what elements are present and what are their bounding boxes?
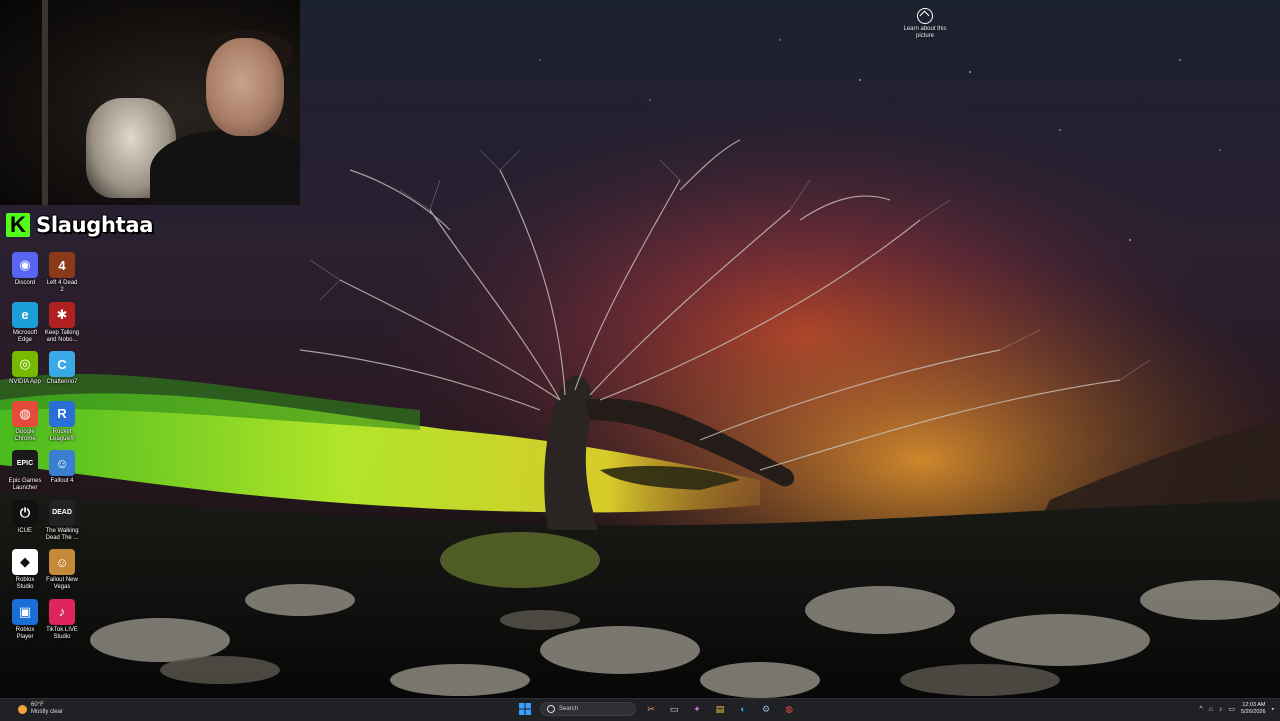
epic-games-icon: EPIC xyxy=(12,450,38,476)
desktop-icon-fallout-nv[interactable]: ☺ Fallout New Vegas xyxy=(44,549,80,591)
file-explorer-button[interactable]: ▤ xyxy=(712,701,728,717)
desktop-icon-roblox-studio[interactable]: ◆ Roblox Studio xyxy=(7,549,43,591)
desktop-icon-keep-talking[interactable]: ✱ Keep Talking and Nobo... xyxy=(44,301,80,344)
tray-battery-icon[interactable]: ▭ xyxy=(1228,705,1235,713)
steam-button[interactable]: ⚙ xyxy=(758,701,774,717)
desktop-icon-icue[interactable]: ⏻ iCUE xyxy=(7,499,43,535)
icue-icon: ⏻ xyxy=(12,499,38,526)
desktop-icon-epic-games[interactable]: EPIC Epic Games Launcher xyxy=(7,450,43,492)
desktop-icon-label: The Walking Dead The ... xyxy=(45,527,79,541)
door-frame xyxy=(42,0,48,205)
desktop-icon-edge[interactable]: e Microsoft Edge xyxy=(7,301,43,344)
windows-logo-icon xyxy=(519,703,531,715)
desktop-icon-label: TikTok LIVE Studio xyxy=(46,626,78,640)
fallout4-icon: ☺ xyxy=(49,450,75,476)
desktop-icon-label: Roblox Studio xyxy=(15,577,35,590)
chrome-taskbar-button[interactable]: ◍ xyxy=(781,701,797,717)
streamer-face xyxy=(206,38,284,136)
streamer-name-overlay: K Slaughtaa xyxy=(6,210,153,240)
search-icon xyxy=(547,705,555,713)
desktop-icon-walking-dead[interactable]: DEAD The Walking Dead The ... xyxy=(44,499,80,542)
edge-icon: e xyxy=(12,301,38,328)
keep-talking-icon: ✱ xyxy=(49,301,75,328)
webcam-overlay xyxy=(0,0,300,205)
desktop-icon-roblox-player[interactable]: ▣ Roblox Player xyxy=(7,598,43,641)
walking-dead-icon: DEAD xyxy=(49,499,75,526)
desktop-icon-chrome[interactable]: ◍ Google Chrome xyxy=(7,400,43,443)
snip-tool-button[interactable]: ✂ xyxy=(643,701,659,717)
desktop-icon-label: Microsoft Edge xyxy=(12,329,38,343)
edge-taskbar-button[interactable]: ◐ xyxy=(735,701,751,717)
left4dead2-icon: 4 xyxy=(49,252,75,278)
tiktok-icon: ♪ xyxy=(49,598,75,625)
desktop-icon-discord[interactable]: ◉ Discord xyxy=(7,252,43,287)
desktop-icon-left4dead2[interactable]: 4 Left 4 Dead 2 xyxy=(44,252,80,294)
taskbar-search[interactable]: Search xyxy=(540,702,636,716)
search-placeholder: Search xyxy=(559,706,579,712)
desktop-icon-label: Fallout 4 xyxy=(50,478,74,484)
desktop-icon-tiktok[interactable]: ♪ TikTok LIVE Studio xyxy=(44,598,80,641)
learn-about-picture-icon[interactable] xyxy=(917,8,933,24)
streamer-shirt xyxy=(150,130,300,205)
desktop-icon-chatterino[interactable]: C Chatterino7 xyxy=(44,351,80,386)
desktop-icon-label: Google Chrome xyxy=(14,428,36,442)
roblox-player-icon: ▣ xyxy=(12,598,38,625)
streamer-name: Slaughtaa xyxy=(36,213,154,237)
taskbar-clock[interactable]: 12:03 AM 5/26/2026 xyxy=(1241,702,1265,716)
learn-about-picture-label: Learn about this picture xyxy=(903,26,947,39)
system-tray: ^ ⌂ ♪ ▭ 12:03 AM 5/26/2026 ▪ xyxy=(1199,702,1274,716)
clock-time: 12:03 AM xyxy=(1242,702,1266,708)
desktop-icon-label: Roblox Player xyxy=(15,626,35,640)
kick-logo-icon: K xyxy=(6,213,30,237)
weather-sun-icon xyxy=(18,704,27,714)
notification-bell-icon[interactable]: ▪ xyxy=(1272,706,1274,713)
nvidia-icon: ◎ xyxy=(12,351,38,377)
task-view-button[interactable]: ▭ xyxy=(666,701,682,717)
tray-volume-icon[interactable]: ♪ xyxy=(1219,706,1223,713)
discord-icon: ◉ xyxy=(12,252,38,278)
tray-network-icon[interactable]: ⌂ xyxy=(1209,706,1213,713)
chatterino-icon: C xyxy=(49,351,75,377)
weather-temp: 60°F xyxy=(31,702,44,708)
desktop-icon-rocket-league[interactable]: R Rocket League® xyxy=(44,400,80,443)
taskbar-center: Search ✂ ▭ ✦ ▤ ◐ ⚙ ◍ xyxy=(517,701,797,717)
rocket-league-icon: R xyxy=(49,400,75,427)
desktop-icon-label: iCUE xyxy=(17,527,32,534)
desktop-icon-label: Left 4 Dead 2 xyxy=(46,280,78,293)
tray-chevron-up-icon[interactable]: ^ xyxy=(1199,706,1202,713)
clock-date: 5/26/2026 xyxy=(1241,709,1266,715)
desktop-icon-nvidia[interactable]: ◎ NVIDIA App xyxy=(7,351,43,386)
desktop-icon-label: NVIDIA App xyxy=(9,379,41,385)
desktop-icon-label: Rocket League® xyxy=(49,428,75,442)
desktop-icon-label: Fallout New Vegas xyxy=(46,577,78,590)
fallout-nv-icon: ☺ xyxy=(49,549,75,575)
copilot-button[interactable]: ✦ xyxy=(689,701,705,717)
weather-desc: Mostly clear xyxy=(31,709,64,715)
desktop-icon-fallout4[interactable]: ☺ Fallout 4 xyxy=(44,450,80,485)
desktop-icon-label: Epic Games Launcher xyxy=(8,478,42,491)
chrome-icon: ◍ xyxy=(12,400,38,427)
taskbar: 60°F Mostly clear Search ✂ ▭ ✦ ▤ ◐ ⚙ ◍ ^… xyxy=(0,698,1280,721)
learn-about-picture[interactable]: Learn about this picture xyxy=(900,8,950,40)
start-button[interactable] xyxy=(517,701,533,717)
desktop-icon-label: Chatterino7 xyxy=(46,379,78,385)
roblox-studio-icon: ◆ xyxy=(12,549,38,575)
weather-widget[interactable]: 60°F Mostly clear xyxy=(18,702,63,716)
desktop-icon-label: Discord xyxy=(14,280,36,286)
desktop-icon-label: Keep Talking and Nobo... xyxy=(44,329,80,343)
